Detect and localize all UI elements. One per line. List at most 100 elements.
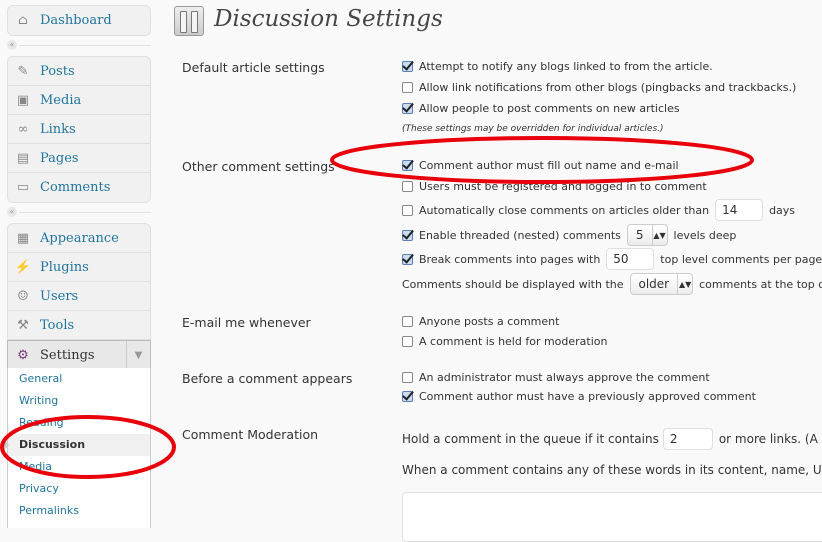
option-label: Comments should be displayed with the xyxy=(402,277,624,291)
tools-icon: ⚒ xyxy=(17,317,29,333)
checkbox[interactable] xyxy=(402,82,413,93)
sidebar-item-label: Tools xyxy=(40,317,75,333)
sidebar-item-plugins[interactable]: ⚡ Plugins xyxy=(8,253,150,282)
option-label: Anyone posts a comment xyxy=(419,315,560,328)
sidebar-item-pages[interactable]: ▤ Pages xyxy=(8,144,150,173)
sidebar-item-posts[interactable]: ✎ Posts xyxy=(8,57,150,86)
checkbox[interactable] xyxy=(402,316,413,327)
option-comment-order: Comments should be displayed with the ol… xyxy=(402,273,822,295)
comments-per-page-input[interactable]: 50 xyxy=(606,248,655,270)
checkbox[interactable] xyxy=(402,391,413,402)
sidebar-item-label: Links xyxy=(40,121,76,137)
sidebar-item-tools[interactable]: ⚒ Tools xyxy=(8,311,150,340)
override-note: (These settings may be overridden for in… xyxy=(402,124,664,134)
checkbox[interactable] xyxy=(402,336,413,347)
media-icon: ▣ xyxy=(16,92,30,108)
moderation-words-description: When a comment contains any of these wor… xyxy=(402,463,822,477)
sidebar-item-media[interactable]: ▣ Media xyxy=(8,86,150,115)
option-previously-approved[interactable]: Comment author must have a previously ap… xyxy=(402,390,756,403)
submenu-toggle-icon[interactable]: ▼ xyxy=(126,341,150,370)
content-menu: ✎ Posts ▣ Media ∞ Links ▤ Pages ▭ Comments xyxy=(7,56,151,203)
submenu-item-media[interactable]: Media xyxy=(8,456,150,478)
sidebar-item-label: Users xyxy=(40,288,79,304)
chain-link-icon: ∞ xyxy=(17,121,29,137)
option-label: Break comments into pages with xyxy=(419,252,601,266)
current-indicator-icon xyxy=(4,440,9,450)
checkbox[interactable] xyxy=(402,229,413,241)
section-label-before-appears: Before a comment appears xyxy=(182,371,353,386)
option-label: Users must be registered and logged in t… xyxy=(419,180,707,193)
settings-icon: ⚙ xyxy=(17,348,29,363)
option-allow-comments[interactable]: Allow people to post comments on new art… xyxy=(402,102,680,115)
settings-submenu: General Writing Reading Discussion Media… xyxy=(4,368,151,528)
option-label: Enable threaded (nested) comments xyxy=(419,228,621,242)
submenu-item-discussion[interactable]: Discussion xyxy=(4,434,150,456)
section-label-other-comment: Other comment settings xyxy=(182,159,335,174)
option-label: Allow people to post comments on new art… xyxy=(419,102,680,115)
checkbox[interactable] xyxy=(402,61,413,72)
sidebar-item-label: Posts xyxy=(40,63,75,79)
submenu-item-reading[interactable]: Reading xyxy=(8,412,150,434)
sidebar-item-appearance[interactable]: ▦ Appearance xyxy=(8,224,150,253)
admin-menu: ▦ Appearance ⚡ Plugins ☺ Users ⚒ Tools ⚙ Set… xyxy=(7,223,151,370)
option-email-moderation[interactable]: A comment is held for moderation xyxy=(402,335,608,348)
submenu-item-privacy[interactable]: Privacy xyxy=(8,478,150,500)
section-label-default-article: Default article settings xyxy=(182,60,325,75)
sidebar-item-label: Plugins xyxy=(40,259,89,275)
checkbox[interactable] xyxy=(402,253,413,265)
option-email-any-comment[interactable]: Anyone posts a comment xyxy=(402,315,559,328)
sidebar-item-label: Dashboard xyxy=(40,13,112,28)
checkbox[interactable] xyxy=(402,181,413,192)
option-label: Comment author must have a previously ap… xyxy=(419,390,756,403)
sidebar-item-label: Settings xyxy=(40,348,95,363)
sidebar-item-settings[interactable]: ⚙ Settings ▼ xyxy=(7,340,151,370)
thread-depth-select[interactable]: 5 ▲▼ xyxy=(626,224,668,246)
submenu-item-label: Discussion xyxy=(19,438,86,451)
hold-links-input[interactable]: 2 xyxy=(662,428,713,450)
spinner-arrows-icon: ▲▼ xyxy=(677,274,692,294)
plug-icon: ⚡ xyxy=(14,259,32,275)
sidebar-item-dashboard[interactable]: ⌂ Dashboard xyxy=(8,6,150,35)
checkbox[interactable] xyxy=(402,204,413,216)
option-label: Hold a comment in the queue if it contai… xyxy=(402,432,659,446)
option-label: levels deep xyxy=(673,228,737,242)
option-label: A comment is held for moderation xyxy=(419,335,608,348)
section-label-email-me: E-mail me whenever xyxy=(182,315,311,330)
option-notify-blogs[interactable]: Attempt to notify any blogs linked to fr… xyxy=(402,60,713,73)
option-auto-close: Automatically close comments on articles… xyxy=(402,199,795,221)
collapse-icon[interactable]: « xyxy=(7,40,17,50)
submenu-item-writing[interactable]: Writing xyxy=(8,390,150,412)
sidebar-item-comments[interactable]: ▭ Comments xyxy=(8,173,150,202)
option-label: Comment author must fill out name and e-… xyxy=(419,159,679,172)
checkbox[interactable] xyxy=(402,160,413,171)
sidebar-item-label: Pages xyxy=(40,150,79,166)
option-threaded: Enable threaded (nested) comments 5 ▲▼ le… xyxy=(402,224,736,246)
collapse-icon[interactable]: « xyxy=(7,207,17,217)
menu-separator[interactable]: « xyxy=(7,207,151,217)
submenu-item-general[interactable]: General xyxy=(8,368,150,390)
submenu-item-permalinks[interactable]: Permalinks xyxy=(8,500,150,522)
checkbox[interactable] xyxy=(402,372,413,383)
option-paged: Break comments into pages with 50 top le… xyxy=(402,248,822,270)
sidebar-item-label: Comments xyxy=(40,180,111,195)
option-label: Allow link notifications from other blog… xyxy=(419,81,797,94)
comment-bubble-icon: ▭ xyxy=(16,180,30,195)
home-icon: ⌂ xyxy=(18,13,28,28)
sidebar-item-users[interactable]: ☺ Users xyxy=(8,282,150,311)
moderation-keys-textarea[interactable] xyxy=(402,492,822,542)
option-admin-approve[interactable]: An administrator must always approve the… xyxy=(402,371,710,384)
pages-icon: ▤ xyxy=(16,150,30,166)
sidebar-item-links[interactable]: ∞ Links xyxy=(8,115,150,144)
comment-order-select[interactable]: older ▲▼ xyxy=(629,273,694,295)
checkbox[interactable] xyxy=(402,103,413,114)
spinner-arrows-icon: ▲▼ xyxy=(651,225,667,245)
dashboard-menu: ⌂ Dashboard xyxy=(7,5,151,36)
option-registration-required[interactable]: Users must be registered and logged in t… xyxy=(402,180,707,193)
menu-separator[interactable]: « xyxy=(7,40,151,50)
option-allow-pingbacks[interactable]: Allow link notifications from other blog… xyxy=(402,81,796,94)
option-require-name-email[interactable]: Comment author must fill out name and e-… xyxy=(402,159,679,172)
select-value: older xyxy=(638,277,670,291)
pushpin-icon: ✎ xyxy=(17,63,29,79)
close-days-input[interactable]: 14 xyxy=(715,199,764,221)
option-label: Attempt to notify any blogs linked to fr… xyxy=(419,60,713,73)
